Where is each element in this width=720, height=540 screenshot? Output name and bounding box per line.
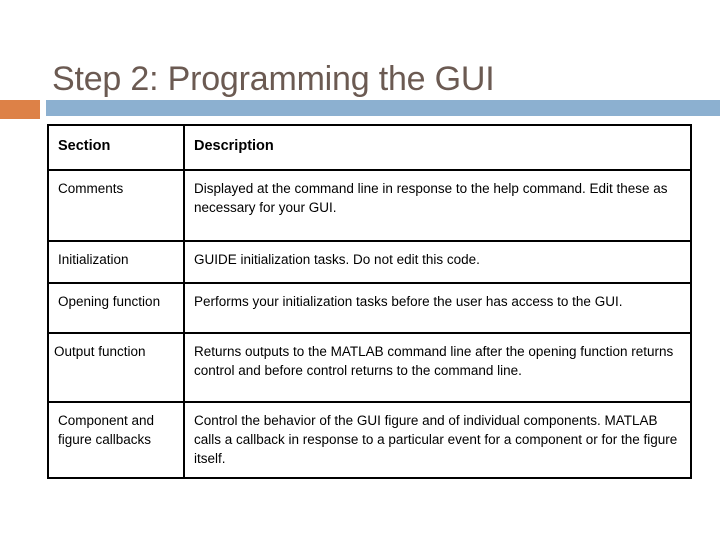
cell-description: Performs your initialization tasks befor… (183, 282, 692, 334)
gui-sections-table: Section Description Comments Displayed a… (47, 124, 692, 479)
table-header-row: Section Description (47, 124, 692, 171)
cell-description: GUIDE initialization tasks. Do not edit … (183, 240, 692, 284)
cell-section: Opening function (47, 282, 185, 334)
accent-block-orange (0, 100, 40, 119)
title-accent-bar (0, 100, 720, 119)
cell-section: Output function (47, 332, 185, 403)
table-row: Component and figure callbacks Control t… (47, 401, 692, 479)
column-header-description: Description (183, 124, 692, 171)
cell-section: Initialization (47, 240, 185, 284)
cell-description: Displayed at the command line in respons… (183, 169, 692, 242)
table-row: Initialization GUIDE initialization task… (47, 240, 692, 284)
table-row: Comments Displayed at the command line i… (47, 169, 692, 242)
table-row: Output function Returns outputs to the M… (47, 332, 692, 403)
column-header-section: Section (47, 124, 185, 171)
cell-description: Control the behavior of the GUI figure a… (183, 401, 692, 479)
cell-section: Comments (47, 169, 185, 242)
table-row: Opening function Performs your initializ… (47, 282, 692, 334)
cell-section: Component and figure callbacks (47, 401, 185, 479)
page-title: Step 2: Programming the GUI (52, 59, 495, 98)
accent-block-blue (46, 100, 720, 116)
cell-description: Returns outputs to the MATLAB command li… (183, 332, 692, 403)
